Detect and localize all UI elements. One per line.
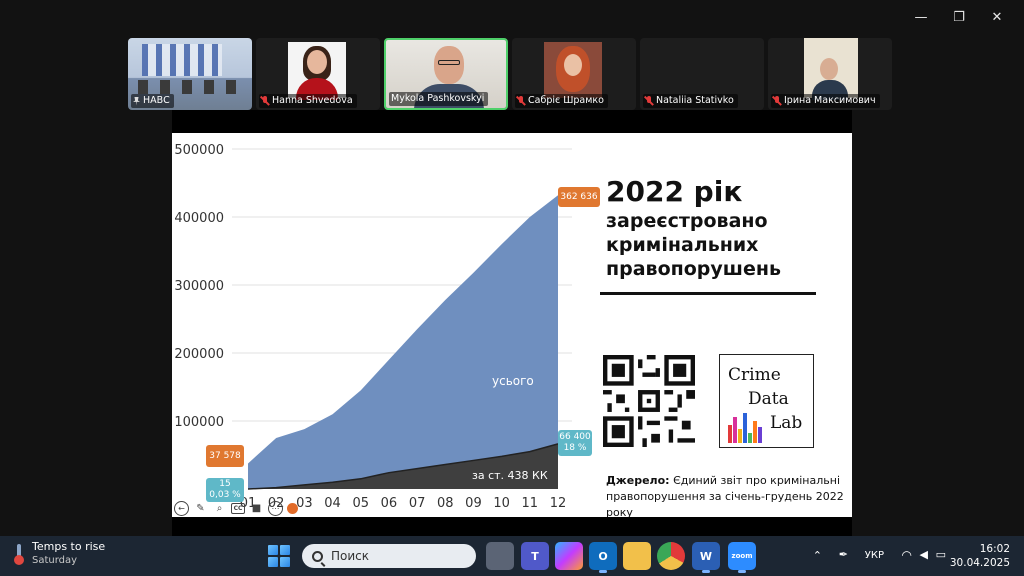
- divider: [600, 292, 816, 295]
- participant-name: Ірина Максимович: [784, 95, 876, 106]
- slide-title: 2022 рік: [606, 175, 743, 208]
- pen-menu-icon[interactable]: ✒: [839, 548, 848, 561]
- taskbar-search[interactable]: Поиск: [302, 544, 476, 568]
- weather-title: Temps to rise: [32, 540, 106, 553]
- teams-icon[interactable]: T: [521, 542, 549, 570]
- participant-tile[interactable]: НАВС: [128, 38, 252, 110]
- restore-button[interactable]: ❐: [940, 6, 978, 28]
- y-tick-label: 300000: [174, 279, 224, 294]
- window-controls: — ❐ ✕: [902, 6, 1016, 28]
- slide-toolbar: ← ✎ ⌕ CC ■ ⋯: [172, 499, 298, 517]
- participant-tile[interactable]: Nataliia Stativko: [640, 38, 764, 110]
- video-icon[interactable]: ■: [249, 501, 264, 516]
- search-placeholder: Поиск: [331, 549, 370, 563]
- participant-video: [804, 38, 858, 100]
- x-tick-label: 09: [465, 496, 482, 511]
- record-icon[interactable]: [287, 502, 298, 514]
- clock[interactable]: 16:02 30.04.2025: [950, 542, 1010, 570]
- x-tick-label: 07: [409, 496, 426, 511]
- x-tick-label: 03: [296, 496, 313, 511]
- series-area: [248, 195, 558, 490]
- x-tick-label: 06: [381, 496, 398, 511]
- date: 30.04.2025: [949, 557, 1010, 569]
- zoom-icon[interactable]: ⌕: [212, 501, 227, 516]
- qr-code-icon: [603, 355, 695, 447]
- word-icon[interactable]: W: [692, 542, 720, 573]
- y-tick-label: 500000: [174, 143, 224, 158]
- x-tick-label: 05: [352, 496, 369, 511]
- y-tick-label: 400000: [174, 211, 224, 226]
- search-icon: [312, 550, 323, 562]
- series-label-438: за ст. 438 КК: [472, 469, 548, 482]
- participant-name: Hanna Shvedova: [272, 95, 353, 106]
- file-explorer-icon[interactable]: [623, 542, 651, 570]
- mic-muted-icon: [261, 96, 269, 106]
- chrome-icon[interactable]: [657, 542, 685, 570]
- thermometer-icon: [14, 543, 24, 565]
- wifi-icon[interactable]: ◠: [902, 548, 912, 562]
- battery-icon[interactable]: ▭: [936, 548, 946, 561]
- weather-widget[interactable]: Temps to rise Saturday: [14, 540, 105, 567]
- callout-total-start: 37 578: [206, 445, 244, 467]
- participant-name: НАВС: [143, 95, 170, 106]
- mic-muted-icon: [517, 96, 525, 106]
- speaker-icon[interactable]: ◀: [920, 548, 928, 561]
- participant-name: Mykola Pashkovskyi: [391, 93, 485, 104]
- x-tick-label: 11: [522, 496, 539, 511]
- time: 16:02: [979, 543, 1010, 555]
- crime-data-lab-logo: Crime Data Lab: [719, 354, 814, 448]
- mic-muted-icon: [645, 96, 653, 106]
- cc-icon[interactable]: CC: [231, 502, 245, 514]
- participant-video: [288, 42, 346, 100]
- close-button[interactable]: ✕: [978, 6, 1016, 28]
- callout-sub-end: 66 400 18 %: [558, 430, 592, 456]
- copilot-icon[interactable]: [555, 542, 583, 570]
- shared-slide: 500000 400000 300000 200000 100000 01 02 03 04 0…: [172, 133, 852, 517]
- participant-video: [544, 42, 602, 98]
- y-tick-label: 100000: [174, 415, 224, 430]
- chevron-up-icon[interactable]: ⌃: [813, 549, 822, 562]
- windows-start-icon[interactable]: [268, 545, 290, 567]
- zoom-icon[interactable]: zoom: [728, 542, 756, 573]
- pin-icon: [133, 96, 140, 106]
- pen-icon[interactable]: ✎: [193, 501, 208, 516]
- participant-tile[interactable]: Hanna Shvedova: [256, 38, 380, 110]
- windows-taskbar: Temps to rise Saturday Поиск T O W zoom …: [0, 536, 1024, 576]
- weather-subtitle: Saturday: [32, 555, 78, 566]
- participant-tile-speaking[interactable]: Mykola Pashkovskyi: [384, 38, 508, 110]
- outlook-icon[interactable]: O: [589, 542, 617, 573]
- participant-tile[interactable]: Ірина Максимович: [768, 38, 892, 110]
- more-icon[interactable]: ⋯: [268, 500, 283, 516]
- x-tick-label: 04: [324, 496, 341, 511]
- participant-name: Сабріє Шрамко: [528, 95, 604, 106]
- source-note: Джерело: Єдиний звіт про кримінальні пра…: [606, 473, 846, 517]
- task-view-icon[interactable]: [486, 542, 514, 570]
- back-icon[interactable]: ←: [174, 500, 189, 516]
- slide-subtitle: зареєстровано кримінальних правопорушень: [606, 210, 781, 280]
- zoom-window: — ❐ ✕ НАВС Hanna Shvedova Mykola Pashkov…: [0, 0, 1024, 576]
- participant-tile[interactable]: Сабріє Шрамко: [512, 38, 636, 110]
- participant-name: Nataliia Stativko: [656, 95, 734, 106]
- minimize-button[interactable]: —: [902, 6, 940, 28]
- series-label-total: усього: [492, 374, 534, 388]
- participant-strip: НАВС Hanna Shvedova Mykola Pashkovskyi С…: [128, 38, 896, 110]
- x-tick-label: 08: [437, 496, 454, 511]
- mic-muted-icon: [773, 96, 781, 106]
- callout-total-end: 362 636: [558, 187, 600, 207]
- language-indicator[interactable]: УКР: [865, 550, 884, 561]
- source-label: Джерело:: [606, 474, 670, 487]
- x-tick-label: 10: [493, 496, 510, 511]
- y-tick-label: 200000: [174, 347, 224, 362]
- x-tick-label: 12: [550, 496, 567, 511]
